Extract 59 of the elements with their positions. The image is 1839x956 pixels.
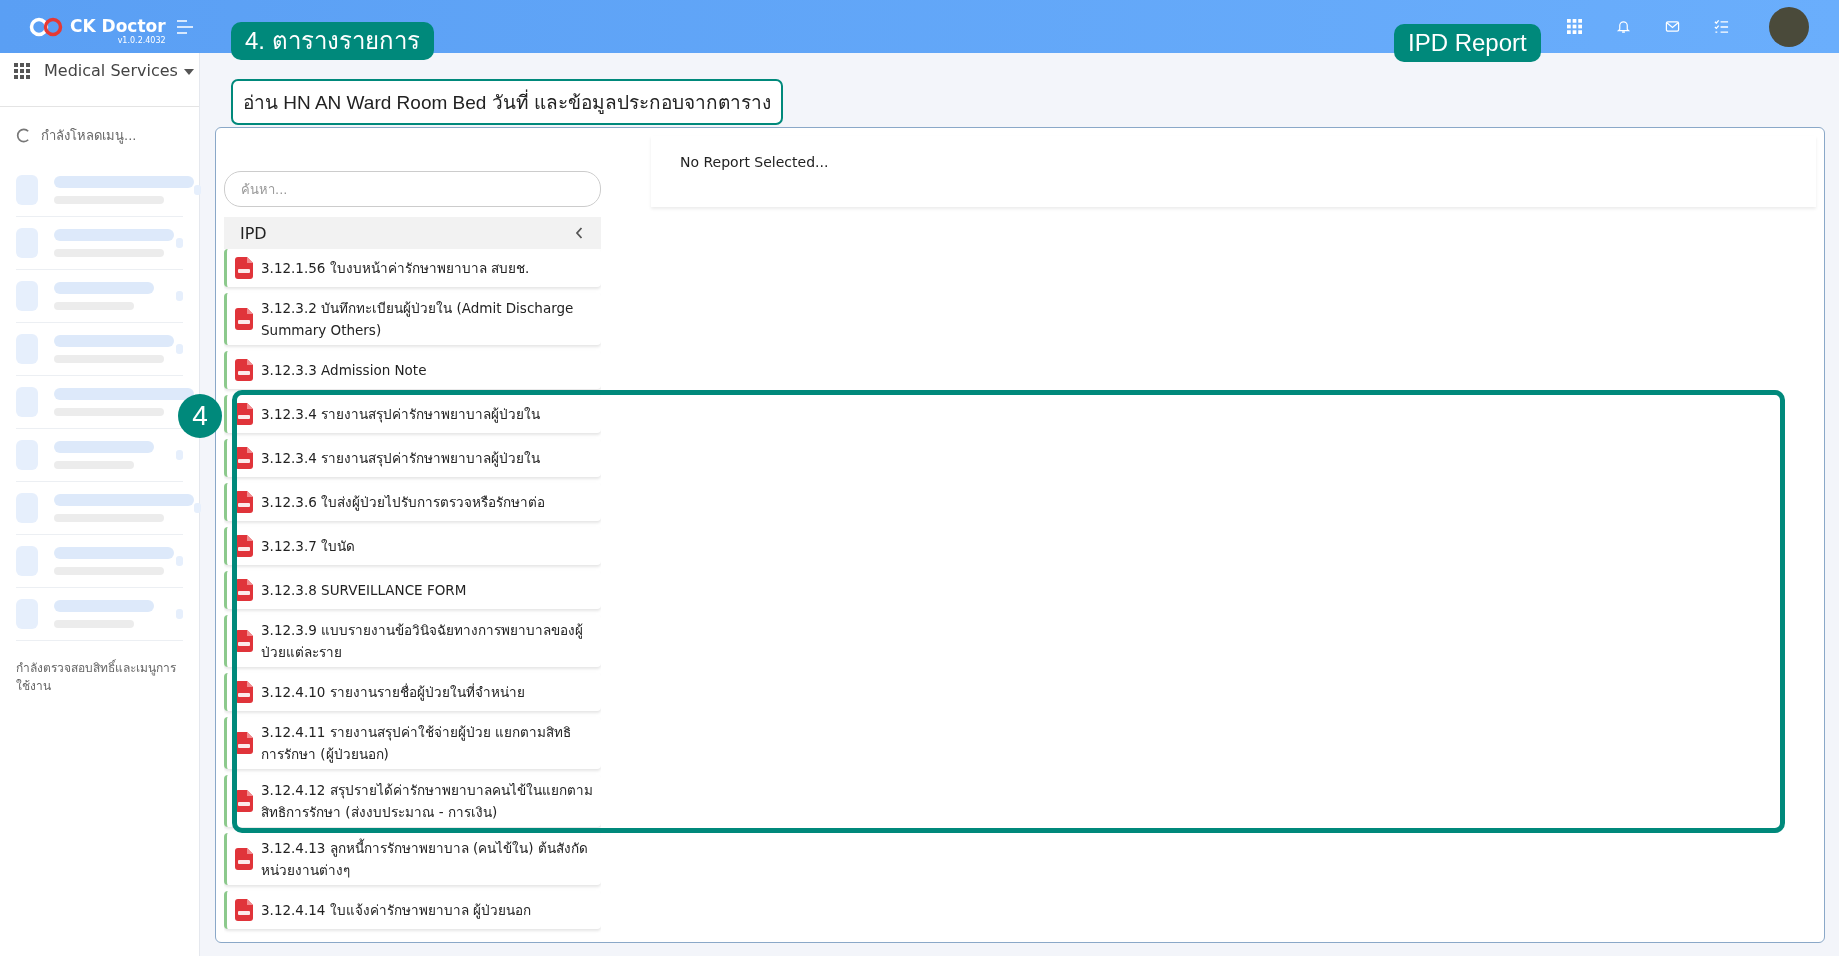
- skeleton-placeholder: [194, 503, 201, 513]
- skeleton-placeholder: [176, 344, 183, 354]
- version-label: v1.0.2.4032: [117, 35, 166, 46]
- skeleton-placeholder: [176, 450, 183, 460]
- loading-text: กำลังโหลดเมนู...: [41, 127, 137, 146]
- checklist-icon[interactable]: [1714, 19, 1729, 34]
- empty-message: No Report Selected...: [680, 154, 829, 170]
- pdf-file-icon: [235, 257, 253, 279]
- report-list-item[interactable]: 3.12.3.6 ใบส่งผู้ป่วยไปรับการตรวจหรือรักษาต่อ: [224, 483, 601, 521]
- report-list-item[interactable]: 3.12.3.8 SURVEILLANCE FORM: [224, 571, 601, 609]
- group-header[interactable]: IPD: [224, 217, 601, 249]
- loading-spinner-icon: [16, 128, 31, 143]
- skeleton-placeholder: [176, 556, 183, 566]
- report-list-item[interactable]: 3.12.4.13 ลูกหนี้การรักษาพยาบาล (คนไข้ใน) ต้นสังกัดหน่วยงานต่างๆ: [224, 833, 601, 885]
- skeleton-placeholder: [16, 599, 38, 629]
- report-list-item[interactable]: 3.12.1.56 ใบงบหน้าค่ารักษาพยาบาล สบยช.: [224, 249, 601, 287]
- user-avatar[interactable]: [1769, 6, 1809, 47]
- report-list-item[interactable]: 3.12.3.4 รายงานสรุปค่ารักษาพยาบาลผู้ป่วยใน: [224, 439, 601, 477]
- skeleton-placeholder: [16, 440, 38, 470]
- report-list-item[interactable]: 3.12.3.3 Admission Note: [224, 351, 601, 389]
- annotation-callout: อ่าน HN AN Ward Room Bed วันที่ และข้อมูลประกอบจากตาราง: [231, 79, 783, 125]
- pdf-file-icon: [235, 359, 253, 381]
- skeleton-placeholder: [176, 609, 183, 619]
- grid-icon: [14, 63, 30, 79]
- mail-icon[interactable]: [1665, 19, 1680, 34]
- brand-name: CK Doctor: [70, 15, 166, 36]
- report-list-item[interactable]: 3.12.4.11 รายงานสรุปค่าใช้จ่ายผู้ป่วย แยกตามสิทธิการรักษา (ผู้ป่วยนอก): [224, 717, 601, 769]
- skeleton-placeholder: [176, 291, 183, 301]
- module-selector[interactable]: Medical Services: [0, 53, 199, 107]
- skeleton-placeholder: [16, 334, 38, 364]
- pdf-file-icon: [235, 308, 253, 330]
- notification-bell-icon[interactable]: [1616, 19, 1631, 34]
- report-list-item[interactable]: 3.12.4.12 สรุปรายได้ค่ารักษาพยาบาลคนไข้ในแยกตามสิทธิการรักษา (ส่งงบประมาณ - การเงิน): [224, 775, 601, 827]
- annotation-label: IPD Report: [1394, 24, 1541, 62]
- search-field[interactable]: ค้นหา...: [224, 171, 601, 207]
- report-list-item[interactable]: 3.12.4.14 ใบแจ้งค่ารักษาพยาบาล ผู้ป่วยนอก: [224, 891, 601, 929]
- report-list-item[interactable]: 3.12.4.10 รายงานรายชื่อผู้ป่วยในที่จำหน่าย: [224, 673, 601, 711]
- menu-icon[interactable]: [175, 19, 194, 34]
- skeleton-placeholder: [16, 546, 38, 576]
- annotation-label: 4. ตารางรายการ: [231, 22, 434, 60]
- skeleton-placeholder: [16, 281, 38, 311]
- report-list-item[interactable]: 3.12.3.2 บันทึกทะเบียนผู้ป่วยใน (Admit Discharge Summary Others): [224, 293, 601, 345]
- linked-rings-logo-icon: [28, 16, 64, 37]
- report-list-item[interactable]: 3.12.3.4 รายงานสรุปค่ารักษาพยาบาลผู้ป่วยใน: [224, 395, 601, 433]
- skeleton-placeholder: [16, 228, 38, 258]
- chevron-left-icon: [575, 227, 583, 239]
- pdf-file-icon: [235, 848, 253, 870]
- skeleton-placeholder: [194, 185, 201, 195]
- skeleton-placeholder: [176, 238, 183, 248]
- caret-down-icon: [183, 69, 194, 75]
- skeleton-placeholder: [16, 387, 38, 417]
- pdf-file-icon: [235, 899, 253, 921]
- report-list-item[interactable]: 3.12.3.7 ใบนัด: [224, 527, 601, 565]
- group-title: IPD: [240, 223, 267, 243]
- status-text: กำลังตรวจสอบสิทธิ์และเมนูการใช้งาน: [15, 658, 177, 695]
- skeleton-placeholder: [16, 493, 38, 523]
- apps-grid-icon[interactable]: [1567, 19, 1582, 34]
- report-list-item[interactable]: 3.12.3.9 แบบรายงานข้อวินิจฉัยทางการพยาบาลของผู้ป่วยแต่ละราย: [224, 615, 601, 667]
- skeleton-placeholder: [16, 175, 38, 205]
